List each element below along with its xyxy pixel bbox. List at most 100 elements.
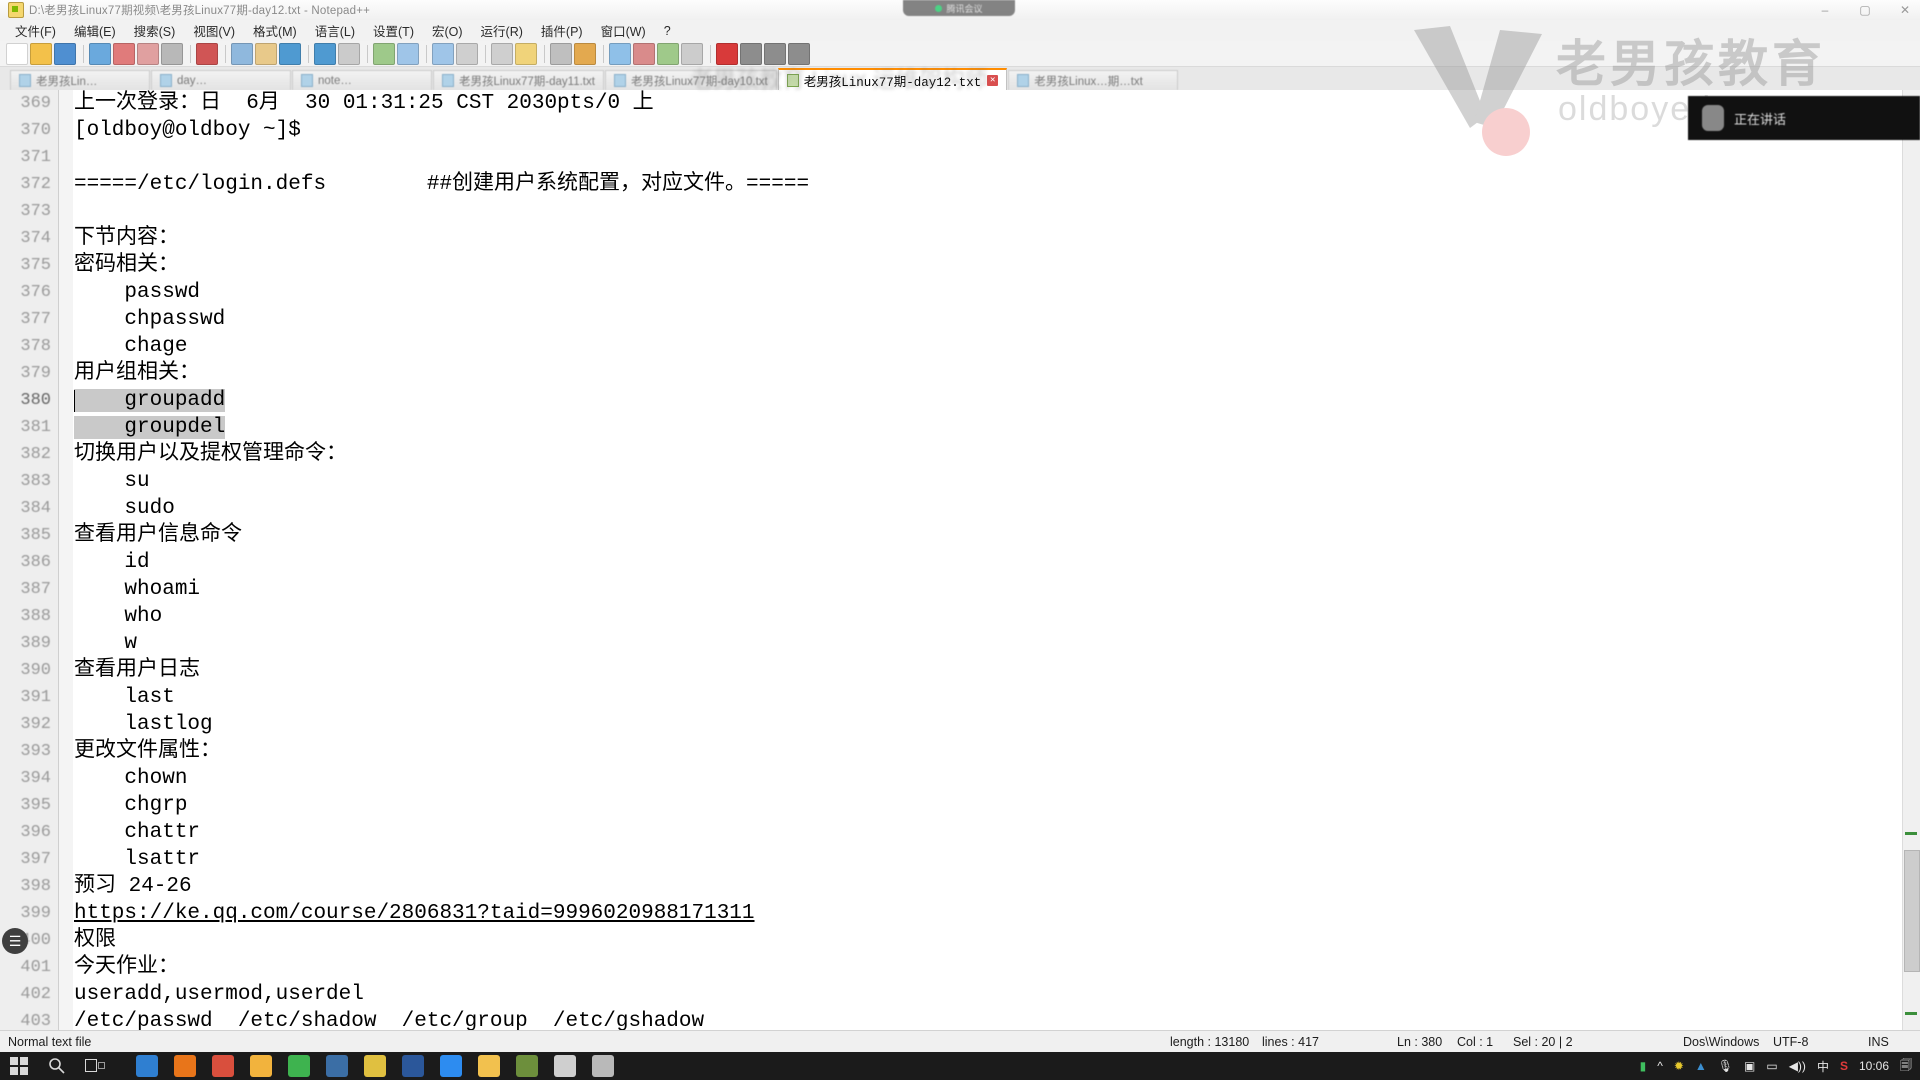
code-line[interactable]: 用户组相关：: [74, 360, 1920, 387]
start-icon[interactable]: [4, 1053, 34, 1079]
scrollbar-thumb[interactable]: [1904, 850, 1920, 972]
minimize-button[interactable]: –: [1814, 3, 1836, 17]
editor-area[interactable]: 369 370 371 372 373 374 375 376 377 378 379 380 381 3…: [0, 90, 1920, 1030]
code-line[interactable]: chpasswd: [74, 306, 1920, 333]
code-line-link[interactable]: https://ke.qq.com/course/2806831?taid=99…: [74, 902, 755, 925]
document-tab[interactable]: 老男孩Linux77期-day10.txt: [604, 70, 777, 90]
notepadpp-icon[interactable]: [364, 1055, 386, 1077]
zoom-in-icon[interactable]: [397, 42, 419, 65]
code-line[interactable]: groupdel: [74, 414, 1920, 441]
menu-item-file[interactable]: 文件(F): [6, 19, 65, 42]
code-line[interactable]: 上一次登录：日 6月 30 01:31:25 CST 2030pts/0 上: [74, 90, 1920, 117]
code-text-area[interactable]: 上一次登录：日 6月 30 01:31:25 CST 2030pts/0 上 [o…: [74, 90, 1920, 1030]
code-line[interactable]: id: [74, 549, 1920, 576]
bookmark-marker-icon[interactable]: ☰: [2, 928, 28, 954]
code-line[interactable]: groupadd: [74, 387, 1920, 414]
mic-icon[interactable]: 🎙: [1718, 1059, 1733, 1073]
code-line[interactable]: 权限: [74, 927, 1920, 954]
menu-item-language[interactable]: 语言(L): [306, 19, 364, 42]
tencent-meeting-icon[interactable]: [440, 1055, 462, 1077]
code-line[interactable]: [oldboy@oldboy ~]$: [74, 117, 1920, 144]
replace-icon[interactable]: [373, 42, 395, 65]
document-tab[interactable]: 老男孩Lin…: [10, 70, 150, 90]
macro-save-icon[interactable]: [788, 42, 810, 65]
code-line[interactable]: passwd: [74, 279, 1920, 306]
menu-item-help[interactable]: ?: [655, 22, 680, 40]
undo-icon[interactable]: [279, 42, 301, 65]
code-line[interactable]: /etc/passwd /etc/shadow /etc/group /etc/…: [74, 1008, 1920, 1030]
menu-item-run[interactable]: 运行(R): [472, 19, 532, 42]
menu-item-window[interactable]: 窗口(W): [592, 19, 655, 42]
code-line[interactable]: 下节内容：: [74, 225, 1920, 252]
document-tab[interactable]: 老男孩Linux…期…txt: [1008, 70, 1179, 90]
close-button[interactable]: ✕: [1894, 3, 1916, 17]
copy-icon[interactable]: [231, 42, 253, 65]
save-all-icon[interactable]: [89, 42, 111, 65]
sync-h-icon[interactable]: [491, 42, 513, 65]
doc-map-icon[interactable]: [633, 42, 655, 65]
open-file-icon[interactable]: [30, 42, 52, 65]
vmware-icon[interactable]: [516, 1055, 538, 1077]
close-all-icon[interactable]: [137, 42, 159, 65]
code-line[interactable]: whoami: [74, 576, 1920, 603]
text-doc-icon[interactable]: [592, 1055, 614, 1077]
close-file-icon[interactable]: [113, 42, 135, 65]
function-list-icon[interactable]: [657, 42, 679, 65]
find-icon[interactable]: [338, 42, 360, 65]
folder-icon[interactable]: [478, 1055, 500, 1077]
network-icon[interactable]: ▲: [1695, 1059, 1707, 1073]
redo-icon[interactable]: [314, 42, 336, 65]
code-line[interactable]: w: [74, 630, 1920, 657]
code-line[interactable]: last: [74, 684, 1920, 711]
display-icon[interactable]: ▭: [1766, 1059, 1777, 1073]
code-line[interactable]: [74, 198, 1920, 225]
edge-icon[interactable]: [136, 1055, 158, 1077]
macro-play-icon[interactable]: [764, 42, 786, 65]
word-icon[interactable]: [402, 1055, 424, 1077]
maximize-button[interactable]: ▢: [1854, 3, 1876, 17]
menu-item-search[interactable]: 搜索(S): [125, 19, 185, 42]
picture-tray-icon[interactable]: ▣: [1744, 1059, 1755, 1073]
menu-item-edit[interactable]: 编辑(E): [65, 19, 125, 42]
code-line[interactable]: useradd,usermod,userdel: [74, 981, 1920, 1008]
code-line[interactable]: 今天作业：: [74, 954, 1920, 981]
fold-margin[interactable]: [59, 90, 73, 1030]
code-line[interactable]: [74, 144, 1920, 171]
code-line[interactable]: 预习 24-26: [74, 873, 1920, 900]
code-line[interactable]: https://ke.qq.com/course/2806831?taid=99…: [74, 900, 1920, 927]
code-line[interactable]: 更改文件属性：: [74, 738, 1920, 765]
folder-workspace-icon[interactable]: [681, 42, 703, 65]
macro-record-icon[interactable]: [716, 42, 738, 65]
code-line[interactable]: lastlog: [74, 711, 1920, 738]
cut-icon[interactable]: [196, 42, 218, 65]
new-file-icon[interactable]: [6, 42, 28, 65]
sync-v-icon[interactable]: [456, 42, 478, 65]
document-tab-active[interactable]: 老男孩Linux77期-day12.txt ✕: [777, 68, 1008, 90]
code-line[interactable]: chage: [74, 333, 1920, 360]
notepad-icon[interactable]: [554, 1055, 576, 1077]
word-wrap-icon[interactable]: [515, 42, 537, 65]
paste-icon[interactable]: [255, 42, 277, 65]
close-tab-icon[interactable]: ✕: [987, 74, 999, 86]
ui-userdefined-icon[interactable]: [609, 42, 631, 65]
document-tab[interactable]: note…: [292, 70, 432, 90]
menu-item-settings[interactable]: 设置(T): [364, 19, 423, 42]
volume-icon[interactable]: ◀)): [1789, 1059, 1806, 1073]
file-explorer-icon[interactable]: [250, 1055, 272, 1077]
code-line[interactable]: chgrp: [74, 792, 1920, 819]
show-hidden-icon[interactable]: ^: [1657, 1059, 1663, 1073]
code-line[interactable]: who: [74, 603, 1920, 630]
code-line[interactable]: chown: [74, 765, 1920, 792]
menu-item-plugins[interactable]: 插件(P): [532, 19, 592, 42]
document-tab[interactable]: 老男孩Linux77期-day11.txt: [433, 70, 604, 90]
code-line[interactable]: 密码相关：: [74, 252, 1920, 279]
print-icon[interactable]: [161, 42, 183, 65]
indent-guide-icon[interactable]: [574, 42, 596, 65]
clock[interactable]: 10:06: [1859, 1059, 1889, 1073]
xshell-icon[interactable]: [326, 1055, 348, 1077]
code-line[interactable]: chattr: [74, 819, 1920, 846]
code-line[interactable]: sudo: [74, 495, 1920, 522]
code-line[interactable]: lsattr: [74, 846, 1920, 873]
ime-indicator[interactable]: 中: [1817, 1058, 1829, 1075]
zoom-out-icon[interactable]: [432, 42, 454, 65]
